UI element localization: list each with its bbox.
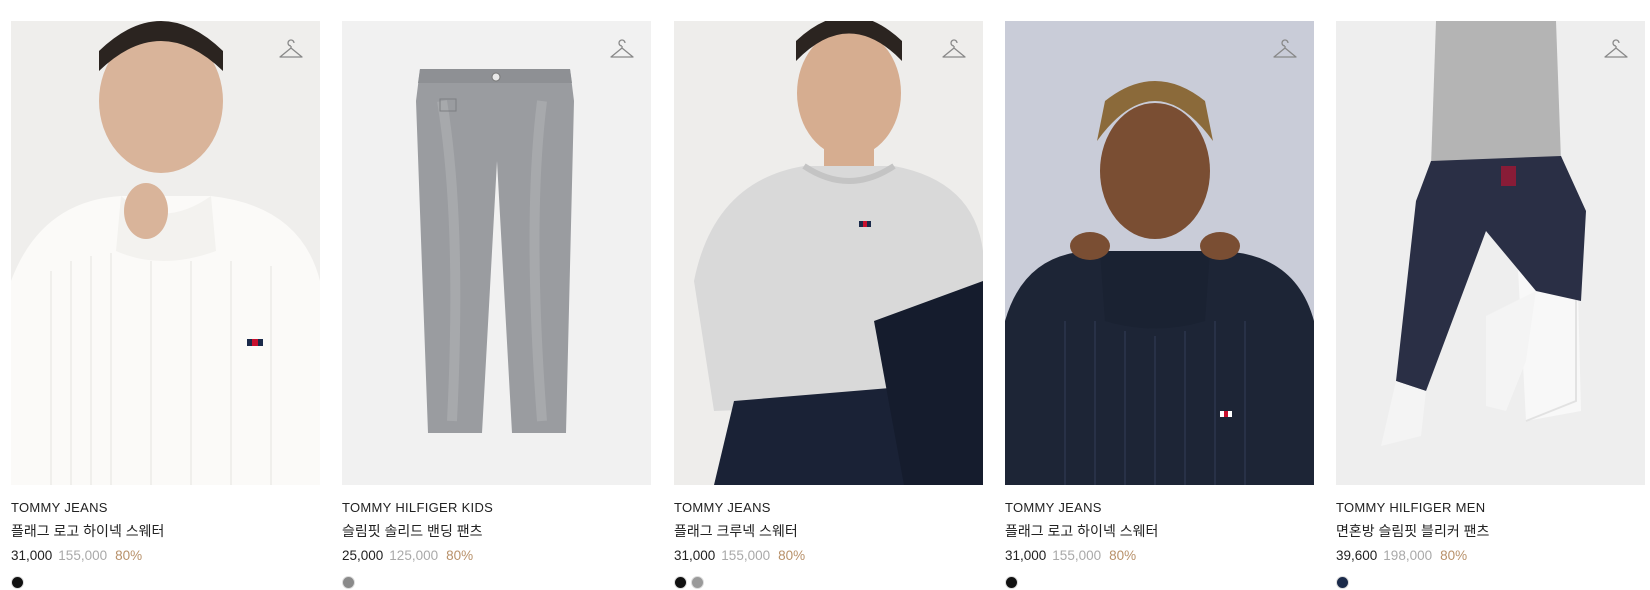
- product-name[interactable]: 면혼방 슬림핏 블리커 팬츠: [1336, 523, 1645, 540]
- product-brand: TOMMY JEANS: [11, 500, 108, 515]
- original-price: 198,000: [1383, 548, 1433, 563]
- product-card[interactable]: TOMMY JEANS 플래그 크루넥 스웨터 31,000 155,000 80%: [674, 21, 983, 590]
- original-price: 155,000: [1052, 548, 1102, 563]
- price-row: 25,000 125,000 80%: [342, 547, 651, 564]
- color-swatches: [1336, 576, 1645, 590]
- product-photo-white-sweater: [11, 21, 320, 485]
- price-row: 31,000 155,000 80%: [674, 547, 983, 564]
- hanger-icon[interactable]: [1272, 39, 1298, 61]
- color-swatch[interactable]: [1336, 576, 1349, 589]
- discount-rate: 80%: [1440, 548, 1468, 563]
- product-image[interactable]: [342, 21, 651, 485]
- original-price: 155,000: [58, 548, 108, 563]
- product-image[interactable]: [11, 21, 320, 485]
- discount-rate: 80%: [778, 548, 806, 563]
- color-swatches: [674, 576, 983, 590]
- discount-rate: 80%: [115, 548, 143, 563]
- original-price: 125,000: [389, 548, 439, 563]
- product-image[interactable]: [1336, 21, 1645, 485]
- hanger-icon[interactable]: [941, 39, 967, 61]
- price-row: 31,000 155,000 80%: [11, 547, 320, 564]
- product-grid: TOMMY JEANS 플래그 로고 하이넥 스웨터 31,000 155,000…: [0, 0, 1650, 589]
- sale-price: 31,000: [11, 548, 53, 563]
- product-name[interactable]: 플래그 크루넥 스웨터: [674, 523, 983, 540]
- product-brand: TOMMY JEANS: [1005, 500, 1102, 515]
- hanger-icon[interactable]: [1603, 39, 1629, 61]
- original-price: 155,000: [721, 548, 771, 563]
- product-card[interactable]: TOMMY HILFIGER KIDS 슬림핏 솔리드 밴딩 팬츠 25,000…: [342, 21, 651, 590]
- color-swatches: [342, 576, 651, 590]
- product-name[interactable]: 플래그 로고 하이넥 스웨터: [1005, 523, 1314, 540]
- product-photo-check-pants: [1336, 21, 1645, 485]
- color-swatch[interactable]: [674, 576, 687, 589]
- color-swatches: [11, 576, 320, 590]
- product-card[interactable]: TOMMY JEANS 플래그 로고 하이넥 스웨터 31,000 155,000…: [1005, 21, 1314, 590]
- sale-price: 31,000: [674, 548, 716, 563]
- product-image[interactable]: [1005, 21, 1314, 485]
- product-brand: TOMMY JEANS: [674, 500, 771, 515]
- product-name[interactable]: 플래그 로고 하이넥 스웨터: [11, 523, 320, 540]
- product-brand: TOMMY HILFIGER MEN: [1336, 500, 1486, 515]
- product-photo-grey-pants: [342, 21, 651, 485]
- product-brand: TOMMY HILFIGER KIDS: [342, 500, 494, 515]
- color-swatch[interactable]: [1005, 576, 1018, 589]
- product-card[interactable]: TOMMY JEANS 플래그 로고 하이넥 스웨터 31,000 155,000…: [11, 21, 320, 590]
- color-swatch[interactable]: [691, 576, 704, 589]
- product-photo-navy-sweater: [1005, 21, 1314, 485]
- hanger-icon[interactable]: [609, 39, 635, 61]
- product-photo-grey-sweater: [674, 21, 983, 485]
- color-swatch[interactable]: [342, 576, 355, 589]
- sale-price: 39,600: [1336, 548, 1378, 563]
- sale-price: 25,000: [342, 548, 384, 563]
- discount-rate: 80%: [1109, 548, 1137, 563]
- discount-rate: 80%: [446, 548, 474, 563]
- sale-price: 31,000: [1005, 548, 1047, 563]
- price-row: 39,600 198,000 80%: [1336, 547, 1645, 564]
- hanger-icon[interactable]: [278, 39, 304, 61]
- color-swatch[interactable]: [11, 576, 24, 589]
- product-name[interactable]: 슬림핏 솔리드 밴딩 팬츠: [342, 523, 651, 540]
- color-swatches: [1005, 576, 1314, 590]
- price-row: 31,000 155,000 80%: [1005, 547, 1314, 564]
- product-image[interactable]: [674, 21, 983, 485]
- product-card[interactable]: TOMMY HILFIGER MEN 면혼방 슬림핏 블리커 팬츠 39,600…: [1336, 21, 1645, 590]
